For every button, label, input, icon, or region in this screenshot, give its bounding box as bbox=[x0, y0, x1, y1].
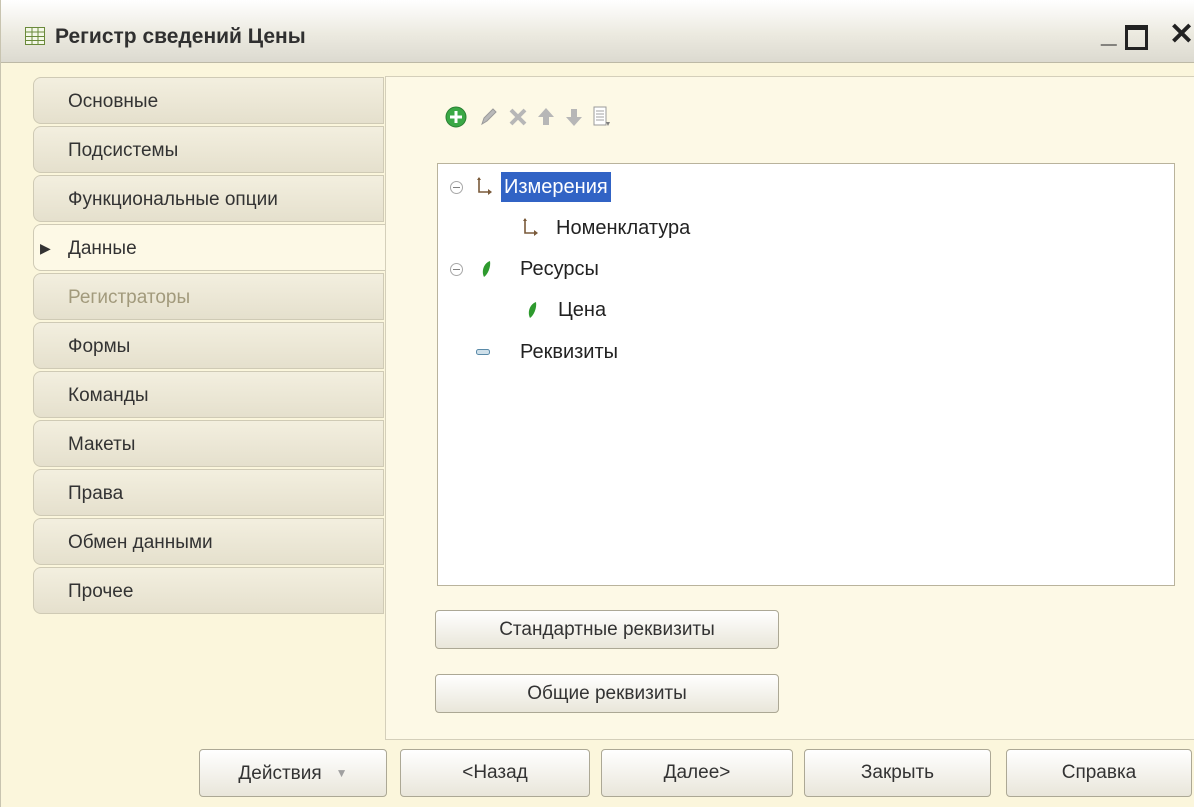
title-bar[interactable]: Регистр сведений Цены _ ✕ bbox=[1, 0, 1194, 63]
maximize-button[interactable] bbox=[1125, 20, 1148, 56]
resource-icon bbox=[482, 261, 491, 277]
attributes-label: Реквизиты bbox=[520, 341, 619, 363]
help-button[interactable]: Справка bbox=[1006, 749, 1192, 797]
minimize-button[interactable]: _ bbox=[1101, 18, 1117, 48]
tab-recorders[interactable]: Регистраторы bbox=[33, 273, 384, 320]
resources-label: Ресурсы bbox=[520, 258, 599, 280]
list-icon[interactable] bbox=[589, 104, 613, 130]
back-button[interactable]: <Назад bbox=[400, 749, 590, 797]
dropdown-arrow-icon: ▼ bbox=[335, 766, 348, 780]
tab-data-label: Данные bbox=[68, 238, 137, 259]
active-tab-arrow-icon: ▶ bbox=[40, 240, 51, 256]
window-title: Регистр сведений Цены bbox=[55, 25, 306, 48]
next-button[interactable]: Далее> bbox=[601, 749, 793, 797]
register-window: Регистр сведений Цены _ ✕ Основные Подси… bbox=[0, 0, 1194, 807]
actions-label: Действия bbox=[238, 763, 322, 784]
nomenclature-label: Номенклатура bbox=[556, 217, 691, 239]
resource-icon bbox=[528, 302, 537, 318]
common-attributes-button[interactable]: Общие реквизиты bbox=[435, 674, 779, 713]
tab-other[interactable]: Прочее bbox=[33, 567, 384, 614]
attribute-icon bbox=[476, 349, 490, 355]
collapse-icon[interactable] bbox=[450, 181, 463, 194]
tab-functional-options[interactable]: Функциональные опции bbox=[33, 175, 384, 222]
tab-main[interactable]: Основные bbox=[33, 77, 384, 124]
tab-data-exchange[interactable]: Обмен данными bbox=[33, 518, 384, 565]
dimension-icon bbox=[523, 218, 538, 236]
actions-dropdown-button[interactable]: Действия ▼ bbox=[199, 749, 387, 797]
tab-forms[interactable]: Формы bbox=[33, 322, 384, 369]
move-down-icon[interactable] bbox=[562, 104, 586, 130]
structure-tree[interactable]: Измерения Номенклатура Ресурсы Цена Рекв… bbox=[437, 163, 1175, 586]
close-window-button[interactable]: ✕ bbox=[1169, 20, 1194, 50]
add-icon[interactable] bbox=[444, 104, 468, 130]
tab-commands[interactable]: Команды bbox=[33, 371, 384, 418]
table-icon bbox=[25, 27, 45, 45]
delete-icon[interactable] bbox=[506, 104, 530, 130]
tab-templates[interactable]: Макеты bbox=[33, 420, 384, 467]
dimension-icon bbox=[477, 177, 492, 195]
tab-subsystems[interactable]: Подсистемы bbox=[33, 126, 384, 173]
price-label: Цена bbox=[558, 299, 607, 321]
dimensions-label: Измерения bbox=[501, 172, 611, 202]
move-up-icon[interactable] bbox=[534, 104, 558, 130]
close-button[interactable]: Закрыть bbox=[804, 749, 991, 797]
standard-attributes-button[interactable]: Стандартные реквизиты bbox=[435, 610, 779, 649]
maximize-icon bbox=[1125, 25, 1148, 50]
collapse-icon[interactable] bbox=[450, 263, 463, 276]
tab-rights[interactable]: Права bbox=[33, 469, 384, 516]
edit-icon[interactable] bbox=[477, 104, 501, 130]
tab-data[interactable]: ▶ Данные bbox=[33, 224, 387, 271]
